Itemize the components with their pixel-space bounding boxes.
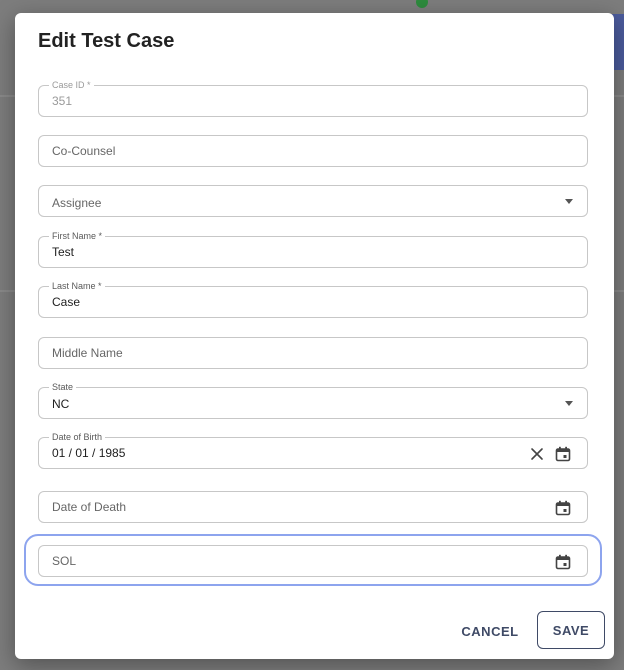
date-of-death-input[interactable]: [52, 492, 452, 522]
first-name-field[interactable]: First Name *: [38, 230, 588, 268]
state-select[interactable]: State NC: [38, 381, 588, 419]
date-of-birth-field[interactable]: Date of Birth: [38, 431, 588, 469]
chevron-down-icon: [565, 401, 573, 406]
co-counsel-input[interactable]: [52, 136, 512, 166]
middle-name-field[interactable]: [38, 337, 588, 369]
sol-input[interactable]: [52, 546, 452, 576]
middle-name-input[interactable]: [52, 338, 512, 368]
date-of-death-field[interactable]: [38, 491, 588, 523]
co-counsel-field[interactable]: [38, 135, 588, 167]
edit-test-case-dialog: Edit Test Case Case ID * Assignee First …: [15, 13, 614, 659]
assignee-placeholder: Assignee: [52, 196, 102, 210]
case-id-field: Case ID *: [38, 79, 588, 117]
last-name-input[interactable]: [52, 287, 512, 317]
calendar-icon[interactable]: [553, 498, 573, 518]
close-icon[interactable]: [527, 444, 547, 464]
case-id-input: [52, 86, 512, 116]
first-name-input[interactable]: [52, 237, 512, 267]
dialog-title: Edit Test Case: [38, 30, 175, 52]
calendar-icon[interactable]: [553, 444, 573, 464]
chevron-down-icon: [565, 199, 573, 204]
calendar-icon[interactable]: [553, 552, 573, 572]
assignee-select[interactable]: Assignee: [38, 185, 588, 217]
sol-field[interactable]: [38, 545, 588, 577]
last-name-field[interactable]: Last Name *: [38, 280, 588, 318]
save-button[interactable]: SAVE: [537, 611, 605, 649]
state-value: NC: [52, 397, 70, 411]
cancel-button[interactable]: CANCEL: [455, 618, 525, 644]
background-status-dot: [416, 0, 428, 8]
date-of-birth-input[interactable]: [52, 438, 352, 468]
